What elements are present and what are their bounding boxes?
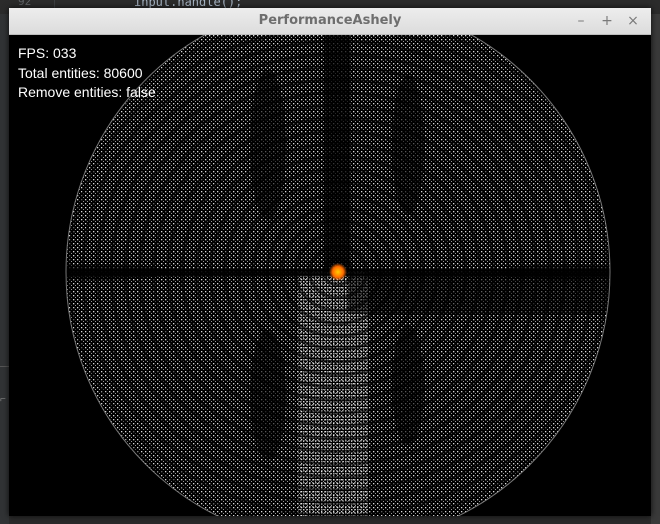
entity-count: Total entities: 80600 (18, 64, 143, 81)
dark-lobe (392, 325, 424, 445)
ide-right-panel-edge (651, 14, 660, 524)
vertical-axis-band (324, 35, 350, 272)
ide-glyph-icon: ⌐ (0, 394, 6, 405)
dark-lobe (498, 264, 610, 280)
window-titlebar[interactable]: PerformanceAshely – + × (9, 8, 651, 35)
window-controls: – + × (573, 11, 641, 31)
close-icon: × (627, 13, 639, 29)
dark-lobe (66, 264, 168, 280)
close-button[interactable]: × (625, 11, 641, 31)
game-viewport[interactable]: FPS: 033 Total entities: 80600 Remove en… (9, 35, 651, 516)
ide-divider (0, 366, 9, 367)
maximize-icon: + (601, 13, 613, 29)
center-glow (329, 263, 347, 281)
ide-line-number: 92 (18, 0, 32, 8)
minimize-button[interactable]: – (573, 11, 589, 31)
remove-entities-status: Remove entities: false (18, 84, 156, 100)
ide-left-panel-edge: ⌐ (0, 14, 9, 524)
window-title: PerformanceAshely (258, 13, 402, 28)
dark-lobe (250, 70, 286, 220)
minimize-icon: – (577, 13, 585, 29)
maximize-button[interactable]: + (599, 11, 615, 31)
fps-counter: FPS: 033 (18, 45, 77, 61)
app-window: PerformanceAshely – + × FPS: 033 Total e… (9, 8, 651, 516)
right-shadow-band (348, 274, 610, 314)
particle-field (65, 35, 611, 516)
hud-overlay: FPS: 033 Total entities: 80600 Remove en… (18, 44, 156, 103)
dark-lobe (250, 330, 286, 460)
dark-lobe (392, 75, 424, 215)
